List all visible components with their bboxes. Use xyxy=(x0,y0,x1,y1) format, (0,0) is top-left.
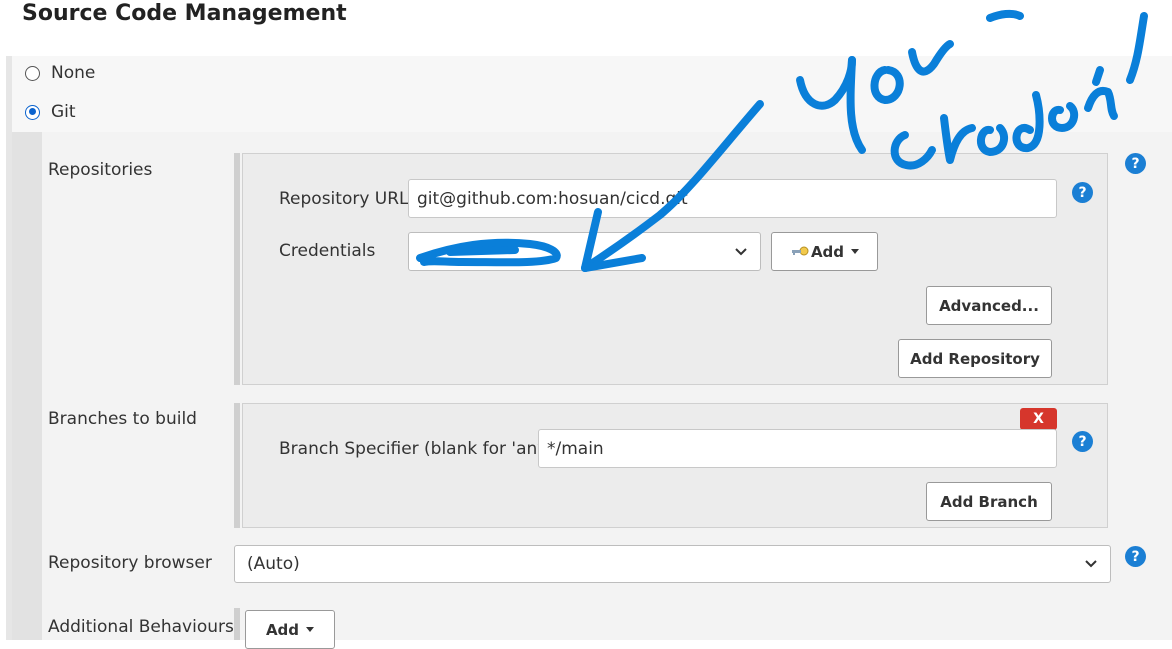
annotation-arrow xyxy=(581,100,764,272)
handwritten-annotation xyxy=(416,9,1148,272)
